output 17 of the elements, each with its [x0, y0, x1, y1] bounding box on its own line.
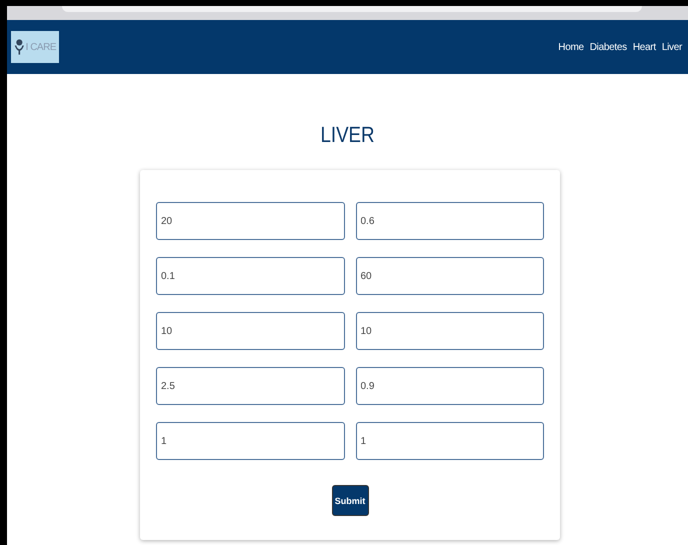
input-field[interactable]: 60: [356, 257, 544, 295]
nav-link[interactable]: Heart: [632, 42, 656, 52]
input-field[interactable]: 20: [156, 202, 344, 240]
input-field[interactable]: 2.5: [156, 367, 344, 405]
nav-link[interactable]: Liver: [662, 42, 682, 52]
input-field[interactable]: 1: [156, 422, 344, 460]
input-field[interactable]: 10: [156, 312, 344, 350]
input-field[interactable]: 10: [356, 312, 544, 350]
nav-link[interactable]: Diabetes: [590, 42, 627, 52]
input-field[interactable]: 1: [356, 422, 544, 460]
logo-text: I CARE: [26, 42, 56, 52]
page-title: LIVER: [319, 122, 376, 148]
input-field[interactable]: 0.6: [356, 202, 544, 240]
input-field[interactable]: 0.9: [356, 367, 544, 405]
input-field[interactable]: 0.1: [156, 257, 344, 295]
submit-button[interactable]: Submit: [332, 485, 368, 516]
nav-link[interactable]: Home: [558, 42, 584, 52]
